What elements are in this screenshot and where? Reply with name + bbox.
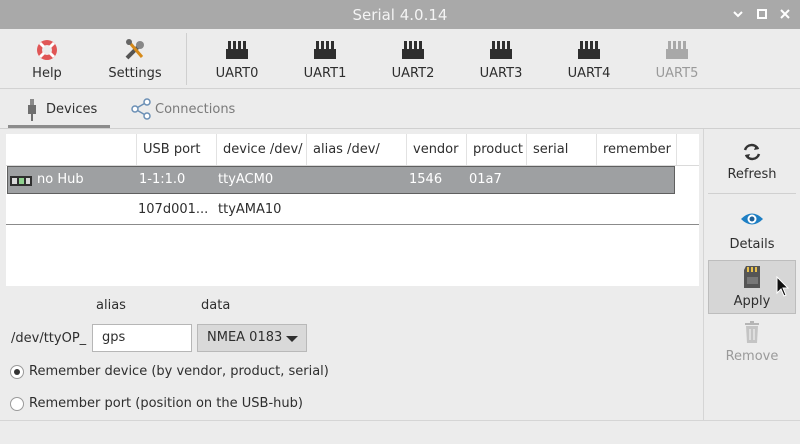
remove-label: Remove (725, 349, 779, 364)
connector-icon (402, 41, 424, 59)
row-divider (6, 224, 699, 225)
remember-port-label[interactable]: Remember port (position on the USB-hub) (29, 396, 303, 411)
title-bar: Serial 4.0.14 (0, 0, 800, 29)
uart3-button[interactable]: UART3 (471, 29, 531, 89)
mouse-cursor-icon (776, 276, 790, 297)
data-format-value: NMEA 0183 (207, 330, 283, 345)
column-header-filler (676, 134, 699, 165)
window-title: Serial 4.0.14 (352, 6, 448, 24)
close-icon[interactable] (777, 6, 793, 22)
row-device: ttyAMA10 (218, 202, 282, 217)
tab-connections[interactable]: Connections (128, 90, 240, 129)
column-header-vendor[interactable]: vendor (406, 134, 466, 165)
device-board-icon (10, 176, 32, 186)
row-product: 01a7 (469, 172, 502, 187)
tab-devices[interactable]: Devices (8, 90, 110, 129)
refresh-label: Refresh (727, 167, 777, 182)
sd-card-icon (744, 266, 760, 288)
uart0-button[interactable]: UART0 (207, 29, 267, 89)
share-nodes-icon (131, 98, 151, 120)
minimize-icon[interactable] (730, 6, 746, 22)
settings-label: Settings (108, 66, 162, 81)
eye-icon (741, 213, 763, 225)
connector-icon (226, 41, 248, 59)
data-format-select[interactable]: NMEA 0183 (197, 324, 307, 352)
tab-bar: Devices Connections (0, 90, 800, 129)
details-button[interactable]: Details (708, 203, 796, 257)
refresh-icon (743, 143, 761, 161)
data-label: data (201, 298, 231, 313)
connector-icon (314, 41, 336, 59)
tab-connections-label: Connections (155, 102, 236, 117)
tools-icon (125, 39, 144, 60)
remove-button[interactable]: Remove (708, 318, 796, 372)
uart1-button[interactable]: UART1 (295, 29, 355, 89)
connector-icon (490, 41, 512, 59)
uart5-button[interactable]: UART5 (647, 29, 707, 89)
remember-device-label[interactable]: Remember device (by vendor, product, ser… (29, 364, 329, 379)
row-vendor: 1546 (409, 172, 443, 187)
device-prefix-label: /dev/ttyOP_ (11, 331, 87, 346)
column-header-serial[interactable]: serial (526, 134, 596, 165)
status-bar (0, 420, 800, 444)
lifebuoy-icon (37, 40, 57, 60)
devices-table: USB port device /dev/ alias /dev/ vendor… (6, 134, 699, 286)
column-header-device[interactable]: device /dev/ (216, 134, 306, 165)
row-name: no Hub (37, 172, 84, 187)
uart5-label: UART5 (655, 66, 699, 81)
remember-device-radio[interactable] (10, 365, 24, 379)
column-header-product[interactable]: product (466, 134, 526, 165)
toolbar: Help Settings UART0 UART1 UART2 UART3 UA… (0, 29, 800, 89)
alias-label: alias (96, 298, 126, 313)
help-button[interactable]: Help (17, 29, 77, 89)
column-header-usb-port[interactable]: USB port (136, 134, 216, 165)
column-header-alias[interactable]: alias /dev/ (306, 134, 406, 165)
toolbar-separator (186, 33, 187, 85)
details-label: Details (729, 237, 775, 252)
maximize-icon[interactable] (754, 6, 770, 22)
uart3-label: UART3 (479, 66, 523, 81)
sidebar-separator (708, 193, 796, 194)
uart2-label: UART2 (391, 66, 435, 81)
action-sidebar: Refresh Details Apply Remove (703, 129, 800, 420)
tab-devices-label: Devices (46, 102, 98, 117)
usb-plug-icon (28, 99, 36, 121)
settings-button[interactable]: Settings (104, 29, 166, 89)
chevron-down-icon (286, 336, 298, 342)
uart4-button[interactable]: UART4 (559, 29, 619, 89)
column-header-remember[interactable]: remember (596, 134, 676, 165)
uart2-button[interactable]: UART2 (383, 29, 443, 89)
refresh-button[interactable]: Refresh (708, 135, 796, 189)
table-row[interactable]: no Hub 1-1:1.0 ttyACM0 1546 01a7 (7, 166, 675, 194)
column-header-name[interactable] (6, 134, 136, 165)
row-usb-port: 1-1:1.0 (139, 172, 186, 187)
remember-port-radio[interactable] (10, 397, 24, 411)
trash-icon (745, 321, 759, 343)
row-device: ttyACM0 (218, 172, 274, 187)
help-label: Help (32, 66, 62, 81)
alias-input[interactable]: gps (92, 324, 192, 352)
uart1-label: UART1 (303, 66, 347, 81)
connector-icon (578, 41, 600, 59)
connector-icon (666, 41, 688, 59)
uart4-label: UART4 (567, 66, 611, 81)
uart0-label: UART0 (215, 66, 259, 81)
row-usb-port: 107d001... (138, 202, 209, 217)
table-row[interactable]: 107d001... ttyAMA10 (6, 196, 699, 224)
